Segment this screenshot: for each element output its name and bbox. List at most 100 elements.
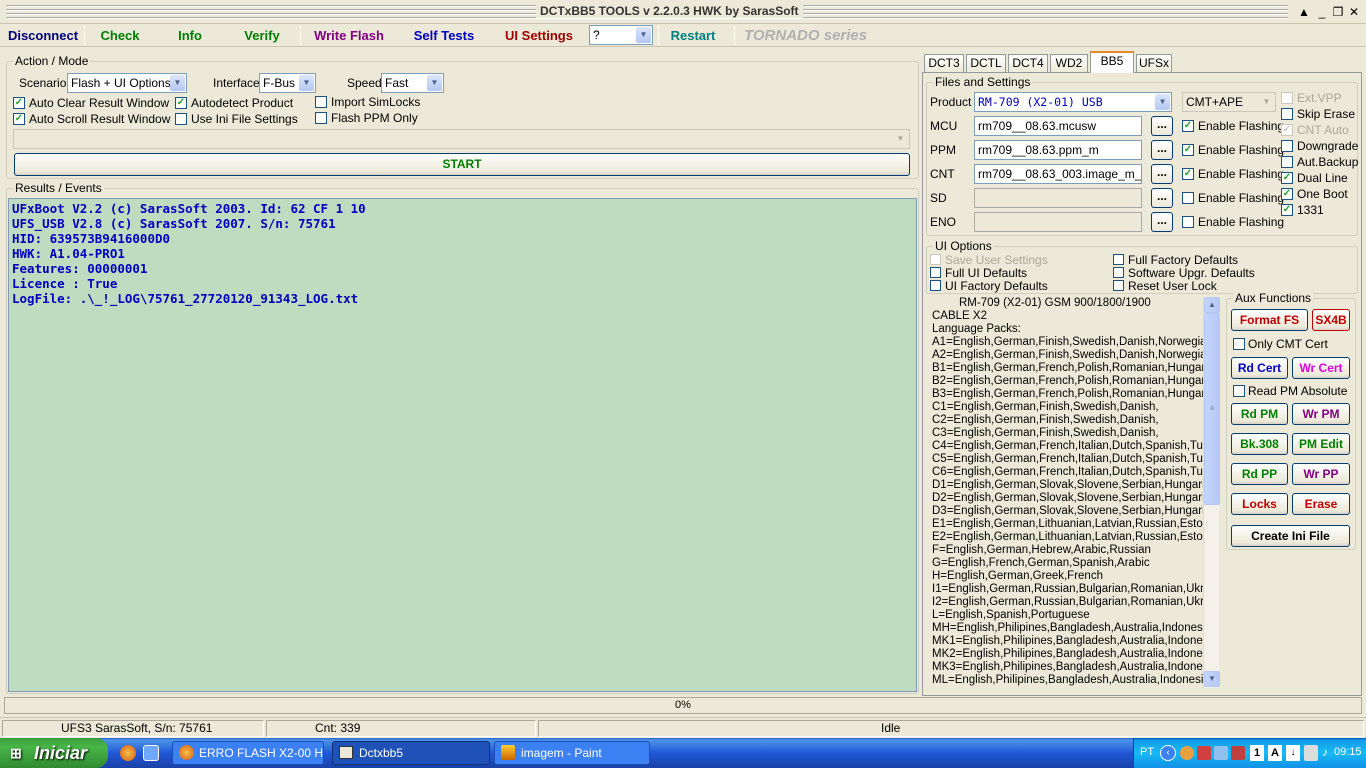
title-bar[interactable]: DCTxBB5 TOOLS v 2.2.0.3 HWK by SarasSoft… — [0, 0, 1366, 24]
only-cmt-cert-checkbox[interactable] — [1233, 338, 1245, 350]
task-paint[interactable]: imagem - Paint — [494, 741, 650, 765]
bk308-button[interactable]: Bk.308 — [1231, 433, 1288, 455]
use-ini-checkbox[interactable] — [175, 113, 187, 125]
help-arrow-button[interactable]: ▲ — [1296, 4, 1312, 20]
auto-clear-checkbox[interactable]: ✓ — [13, 97, 25, 109]
aut-backup-checkbox[interactable] — [1281, 156, 1293, 168]
reset-user-lock-checkbox[interactable] — [1113, 280, 1124, 291]
wr-pp-button[interactable]: Wr PP — [1292, 463, 1350, 485]
show-desktop-icon[interactable] — [143, 745, 159, 761]
minimize-button[interactable]: _ — [1314, 4, 1330, 20]
tab-ufsx[interactable]: UFSx — [1136, 54, 1172, 72]
pm-edit-button[interactable]: PM Edit — [1292, 433, 1350, 455]
ppm-browse-button[interactable]: ... — [1151, 140, 1173, 160]
create-ini-file-button[interactable]: Create Ini File — [1231, 525, 1350, 547]
sd-enable-checkbox[interactable] — [1182, 192, 1194, 204]
start-button-taskbar[interactable]: ⊞ Iniciar — [0, 738, 108, 768]
network-icon[interactable] — [1214, 746, 1228, 760]
write-flash-button[interactable]: Write Flash — [306, 25, 392, 46]
tab-dctl[interactable]: DCTL — [966, 54, 1006, 72]
ui-factory-checkbox[interactable] — [930, 280, 941, 291]
ext-vpp-checkbox[interactable] — [1281, 92, 1293, 104]
dual-line-checkbox[interactable]: ✓ — [1281, 172, 1293, 184]
sx4b-button[interactable]: SX4B — [1312, 309, 1350, 331]
tray-1-icon[interactable]: 1 — [1250, 745, 1264, 761]
tray-app-icon[interactable] — [1231, 746, 1245, 760]
cnt-auto-checkbox[interactable]: ✓ — [1281, 124, 1293, 136]
v1331-checkbox[interactable]: ✓ — [1281, 204, 1293, 216]
tray-app-icon[interactable] — [1197, 746, 1211, 760]
cmt-select[interactable]: CMT+APE ▼ — [1182, 92, 1276, 112]
read-pm-absolute-checkbox[interactable] — [1233, 385, 1245, 397]
eno-browse-button[interactable]: ... — [1151, 212, 1173, 232]
rd-pm-button[interactable]: Rd PM — [1231, 403, 1288, 425]
tray-a-icon[interactable]: A — [1268, 745, 1282, 761]
full-ui-checkbox[interactable] — [930, 267, 941, 278]
self-tests-button[interactable]: Self Tests — [404, 25, 484, 46]
downgrade-checkbox[interactable] — [1281, 140, 1293, 152]
cnt-field[interactable]: rm709__08.63_003.image_m_tim_ — [974, 164, 1142, 184]
mcu-field[interactable]: rm709__08.63.mcusw — [974, 116, 1142, 136]
info-line: C2=English,German,Finish,Swedish,Danish, — [932, 414, 1159, 426]
task-erro-flash[interactable]: ERRO FLASH X2-00 H... — [172, 741, 324, 765]
format-fs-button[interactable]: Format FS — [1231, 309, 1308, 331]
mcu-enable-checkbox[interactable]: ✓ — [1182, 120, 1194, 132]
scroll-down-icon[interactable]: ▼ — [1204, 671, 1220, 687]
close-button[interactable]: ✕ — [1346, 4, 1362, 20]
wr-cert-button[interactable]: Wr Cert — [1292, 357, 1350, 379]
tray-scroll-icon[interactable]: ↓ — [1286, 745, 1300, 761]
check-button[interactable]: Check — [90, 25, 150, 46]
scroll-up-icon[interactable]: ▲ — [1204, 297, 1220, 313]
skip-erase-checkbox[interactable] — [1281, 108, 1293, 120]
eno-field[interactable] — [974, 212, 1142, 232]
language-indicator[interactable]: PT — [1140, 746, 1154, 758]
chevron-left-icon[interactable]: ‹ — [1160, 745, 1176, 761]
rd-pp-button[interactable]: Rd PP — [1231, 463, 1288, 485]
results-log[interactable]: UFxBoot V2.2 (c) SarasSoft 2003. Id: 62 … — [8, 198, 917, 692]
scenario-select[interactable]: Flash + UI Options ▼ — [67, 73, 187, 93]
eno-enable-checkbox[interactable] — [1182, 216, 1194, 228]
tab-dct3[interactable]: DCT3 — [924, 54, 964, 72]
mcu-browse-button[interactable]: ... — [1151, 116, 1173, 136]
product-info-list[interactable]: RM-709 (X2-01) GSM 900/1800/1900 CABLE X… — [928, 297, 1203, 688]
ppm-field[interactable]: rm709__08.63.ppm_m — [974, 140, 1142, 160]
import-simlocks-checkbox[interactable] — [315, 96, 327, 108]
one-boot-checkbox[interactable]: ✓ — [1281, 188, 1293, 200]
tray-app-icon[interactable] — [1180, 746, 1194, 760]
sd-field[interactable] — [974, 188, 1142, 208]
software-upgr-checkbox[interactable] — [1113, 267, 1124, 278]
auto-scroll-checkbox[interactable]: ✓ — [13, 113, 25, 125]
product-select[interactable]: RM-709 (X2-01) USB ▼ — [974, 92, 1172, 112]
ppm-enable-checkbox[interactable]: ✓ — [1182, 144, 1194, 156]
full-factory-checkbox[interactable] — [1113, 254, 1124, 265]
disconnect-button[interactable]: Disconnect — [4, 25, 82, 46]
restart-button[interactable]: Restart — [664, 25, 722, 46]
ui-settings-button[interactable]: UI Settings — [496, 25, 582, 46]
scroll-thumb[interactable]: ≡ — [1204, 313, 1220, 505]
task-dctxbb5[interactable]: Dctxbb5 — [332, 741, 490, 765]
usb-icon[interactable] — [1304, 745, 1318, 761]
help-combo[interactable]: ? ▼ — [589, 25, 653, 45]
rd-cert-button[interactable]: Rd Cert — [1231, 357, 1288, 379]
cnt-browse-button[interactable]: ... — [1151, 164, 1173, 184]
info-scrollbar[interactable]: ▲ ≡ ▼ — [1203, 297, 1220, 688]
wr-pm-button[interactable]: Wr PM — [1292, 403, 1350, 425]
interface-select[interactable]: F-Bus ▼ — [259, 73, 316, 93]
tab-dct4[interactable]: DCT4 — [1008, 54, 1048, 72]
firefox-icon[interactable] — [120, 745, 136, 761]
restore-button[interactable]: ❐ — [1330, 4, 1346, 20]
save-user-checkbox[interactable] — [930, 254, 941, 265]
cnt-enable-checkbox[interactable]: ✓ — [1182, 168, 1194, 180]
locks-button[interactable]: Locks — [1231, 493, 1288, 515]
verify-button[interactable]: Verify — [232, 25, 292, 46]
file-path-select[interactable]: ▼ — [13, 129, 910, 149]
autodetect-checkbox[interactable]: ✓ — [175, 97, 187, 109]
flash-ppm-checkbox[interactable] — [315, 112, 327, 124]
erase-button[interactable]: Erase — [1292, 493, 1350, 515]
start-button[interactable]: START — [14, 153, 910, 176]
info-button[interactable]: Info — [160, 25, 220, 46]
speed-select[interactable]: Fast ▼ — [381, 73, 444, 93]
sd-browse-button[interactable]: ... — [1151, 188, 1173, 208]
tab-wd2[interactable]: WD2 — [1050, 54, 1088, 72]
tab-bb5[interactable]: BB5 — [1090, 51, 1134, 73]
